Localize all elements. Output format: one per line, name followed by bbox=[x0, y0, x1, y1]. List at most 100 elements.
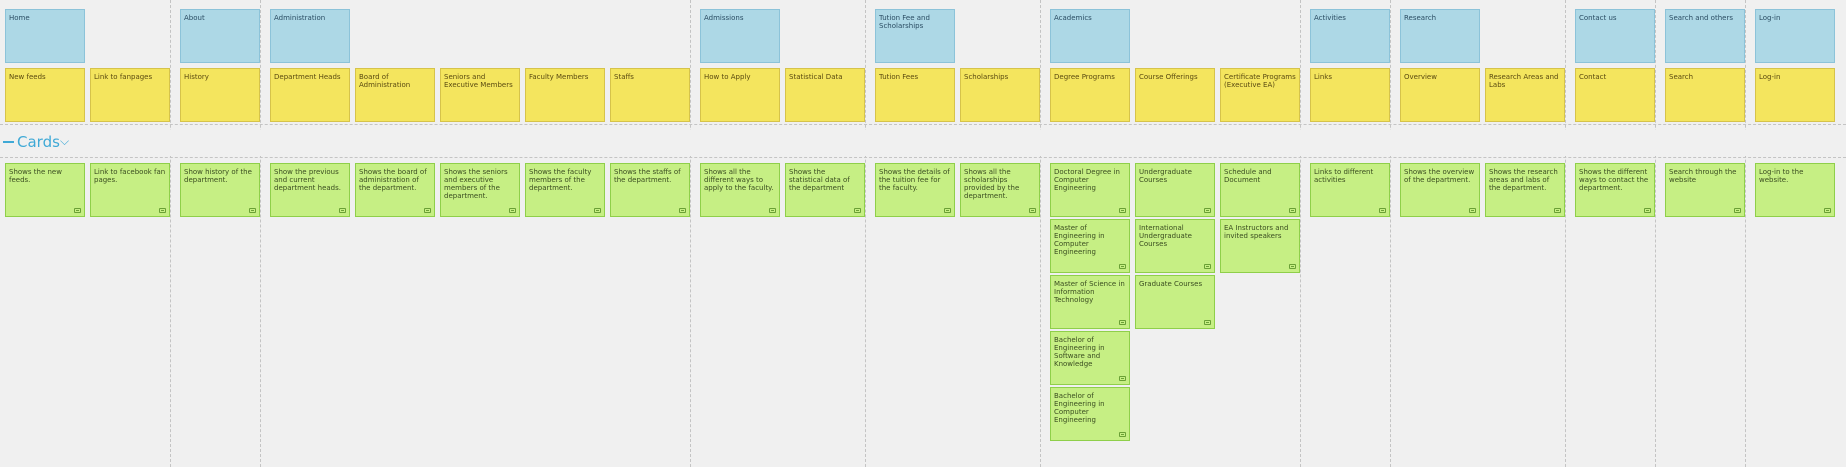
story-text: Shows the research areas and labs of the… bbox=[1489, 168, 1558, 192]
feature-card[interactable]: History bbox=[180, 68, 260, 122]
epic-divider bbox=[1390, 0, 1391, 467]
story-card[interactable]: Schedule and Document bbox=[1220, 163, 1300, 217]
story-card[interactable]: Undergraduate Courses bbox=[1135, 163, 1215, 217]
comment-icon bbox=[1204, 320, 1211, 325]
feature-card[interactable]: Statistical Data bbox=[785, 68, 865, 122]
feature-card[interactable]: Department Heads bbox=[270, 68, 350, 122]
story-card[interactable]: Doctoral Degree in Computer Engineering bbox=[1050, 163, 1130, 217]
story-card[interactable]: Links to different activities bbox=[1310, 163, 1390, 217]
epic-card[interactable]: Search and others bbox=[1665, 9, 1745, 63]
epic-card[interactable]: Administration bbox=[270, 9, 350, 63]
story-text: Show history of the department. bbox=[184, 168, 252, 184]
comment-icon bbox=[769, 208, 776, 213]
story-text: Shows the faculty members of the departm… bbox=[529, 168, 592, 192]
story-text: Shows the overview of the department. bbox=[1404, 168, 1475, 184]
comment-icon bbox=[249, 208, 256, 213]
story-text: Shows all the scholarships provided by t… bbox=[964, 168, 1020, 200]
story-card[interactable]: Show history of the department. bbox=[180, 163, 260, 217]
epic-card[interactable]: Activities bbox=[1310, 9, 1390, 63]
story-text: Log-in to the website. bbox=[1759, 168, 1804, 184]
story-card[interactable]: Shows the staffs of the department. bbox=[610, 163, 690, 217]
epic-divider bbox=[1300, 0, 1301, 467]
story-card[interactable]: Shows the board of administration of the… bbox=[355, 163, 435, 217]
feature-card[interactable]: Log-in bbox=[1755, 68, 1835, 122]
row-separator bbox=[0, 124, 1846, 125]
comment-icon bbox=[424, 208, 431, 213]
story-card[interactable]: Shows all the scholarships provided by t… bbox=[960, 163, 1040, 217]
epic-divider bbox=[865, 0, 866, 467]
story-card[interactable]: Master of Engineering in Computer Engine… bbox=[1050, 219, 1130, 273]
feature-card[interactable]: Contact bbox=[1575, 68, 1655, 122]
story-card[interactable]: International Undergraduate Courses bbox=[1135, 219, 1215, 273]
feature-card[interactable]: Certificate Programs (Executive EA) bbox=[1220, 68, 1300, 122]
story-card[interactable]: Shows the overview of the department. bbox=[1400, 163, 1480, 217]
story-card[interactable]: Shows the different ways to contact the … bbox=[1575, 163, 1655, 217]
story-text: Link to facebook fan pages. bbox=[94, 168, 166, 184]
feature-card[interactable]: Overview bbox=[1400, 68, 1480, 122]
story-card[interactable]: Shows all the different ways to apply to… bbox=[700, 163, 780, 217]
feature-card[interactable]: How to Apply bbox=[700, 68, 780, 122]
story-text: Shows all the different ways to apply to… bbox=[704, 168, 774, 192]
feature-card[interactable]: Degree Programs bbox=[1050, 68, 1130, 122]
story-text: Bachelor of Engineering in Computer Engi… bbox=[1054, 392, 1105, 424]
epic-card[interactable]: Tution Fee and Scholarships bbox=[875, 9, 955, 63]
feature-card[interactable]: Research Areas and Labs bbox=[1485, 68, 1565, 122]
story-text: Search through the website bbox=[1669, 168, 1737, 184]
story-card[interactable]: Shows the faculty members of the departm… bbox=[525, 163, 605, 217]
story-card[interactable]: EA Instructors and invited speakers bbox=[1220, 219, 1300, 273]
epic-divider bbox=[1040, 0, 1041, 467]
epic-card[interactable]: Log-in bbox=[1755, 9, 1835, 63]
epic-card[interactable]: About bbox=[180, 9, 260, 63]
feature-card[interactable]: Tution Fees bbox=[875, 68, 955, 122]
comment-icon bbox=[1204, 264, 1211, 269]
story-card[interactable]: Shows the research areas and labs of the… bbox=[1485, 163, 1565, 217]
comment-icon bbox=[944, 208, 951, 213]
story-card[interactable]: Bachelor of Engineering in Computer Engi… bbox=[1050, 387, 1130, 441]
epic-card[interactable]: Admissions bbox=[700, 9, 780, 63]
story-text: Bachelor of Engineering in Software and … bbox=[1054, 336, 1105, 368]
story-card[interactable]: Search through the website bbox=[1665, 163, 1745, 217]
chevron-down-icon[interactable]: ⌵ bbox=[60, 134, 69, 149]
story-card[interactable]: Shows the details of the tuition fee for… bbox=[875, 163, 955, 217]
epic-card[interactable]: Contact us bbox=[1575, 9, 1655, 63]
feature-card[interactable]: New feeds bbox=[5, 68, 85, 122]
story-text: Show the previous and current department… bbox=[274, 168, 341, 192]
story-text: Doctoral Degree in Computer Engineering bbox=[1054, 168, 1120, 192]
epic-card[interactable]: Research bbox=[1400, 9, 1480, 63]
story-text: Graduate Courses bbox=[1139, 280, 1203, 288]
story-text: Shows the board of administration of the… bbox=[359, 168, 427, 192]
feature-card[interactable]: Course Offerings bbox=[1135, 68, 1215, 122]
epic-card[interactable]: Academics bbox=[1050, 9, 1130, 63]
collapse-dash-icon[interactable] bbox=[3, 141, 14, 143]
story-card[interactable]: Shows the new feeds. bbox=[5, 163, 85, 217]
story-card[interactable]: Master of Science in Information Technol… bbox=[1050, 275, 1130, 329]
story-card[interactable]: Link to facebook fan pages. bbox=[90, 163, 170, 217]
feature-card[interactable]: Faculty Members bbox=[525, 68, 605, 122]
comment-icon bbox=[854, 208, 861, 213]
feature-card[interactable]: Links bbox=[1310, 68, 1390, 122]
story-card[interactable]: Shows the seniors and executive members … bbox=[440, 163, 520, 217]
story-card[interactable]: Graduate Courses bbox=[1135, 275, 1215, 329]
feature-card[interactable]: Scholarships bbox=[960, 68, 1040, 122]
story-text: Shows the details of the tuition fee for… bbox=[879, 168, 950, 192]
feature-card[interactable]: Board of Administration bbox=[355, 68, 435, 122]
story-card[interactable]: Bachelor of Engineering in Software and … bbox=[1050, 331, 1130, 385]
comment-icon bbox=[1289, 208, 1296, 213]
story-card[interactable]: Shows the statistical data of the depart… bbox=[785, 163, 865, 217]
comment-icon bbox=[1734, 208, 1741, 213]
release-header[interactable]: Cards ⌵ bbox=[0, 130, 1846, 156]
comment-icon bbox=[1469, 208, 1476, 213]
comment-icon bbox=[1029, 208, 1036, 213]
story-text: Shows the seniors and executive members … bbox=[444, 168, 508, 200]
story-card[interactable]: Show the previous and current department… bbox=[270, 163, 350, 217]
feature-card[interactable]: Seniors and Executive Members bbox=[440, 68, 520, 122]
feature-card[interactable]: Search bbox=[1665, 68, 1745, 122]
epic-divider bbox=[170, 0, 171, 467]
story-card[interactable]: Log-in to the website. bbox=[1755, 163, 1835, 217]
feature-card[interactable]: Staffs bbox=[610, 68, 690, 122]
comment-icon bbox=[159, 208, 166, 213]
comment-icon bbox=[1289, 264, 1296, 269]
comment-icon bbox=[1824, 208, 1831, 213]
epic-card[interactable]: Home bbox=[5, 9, 85, 63]
feature-card[interactable]: Link to fanpages bbox=[90, 68, 170, 122]
